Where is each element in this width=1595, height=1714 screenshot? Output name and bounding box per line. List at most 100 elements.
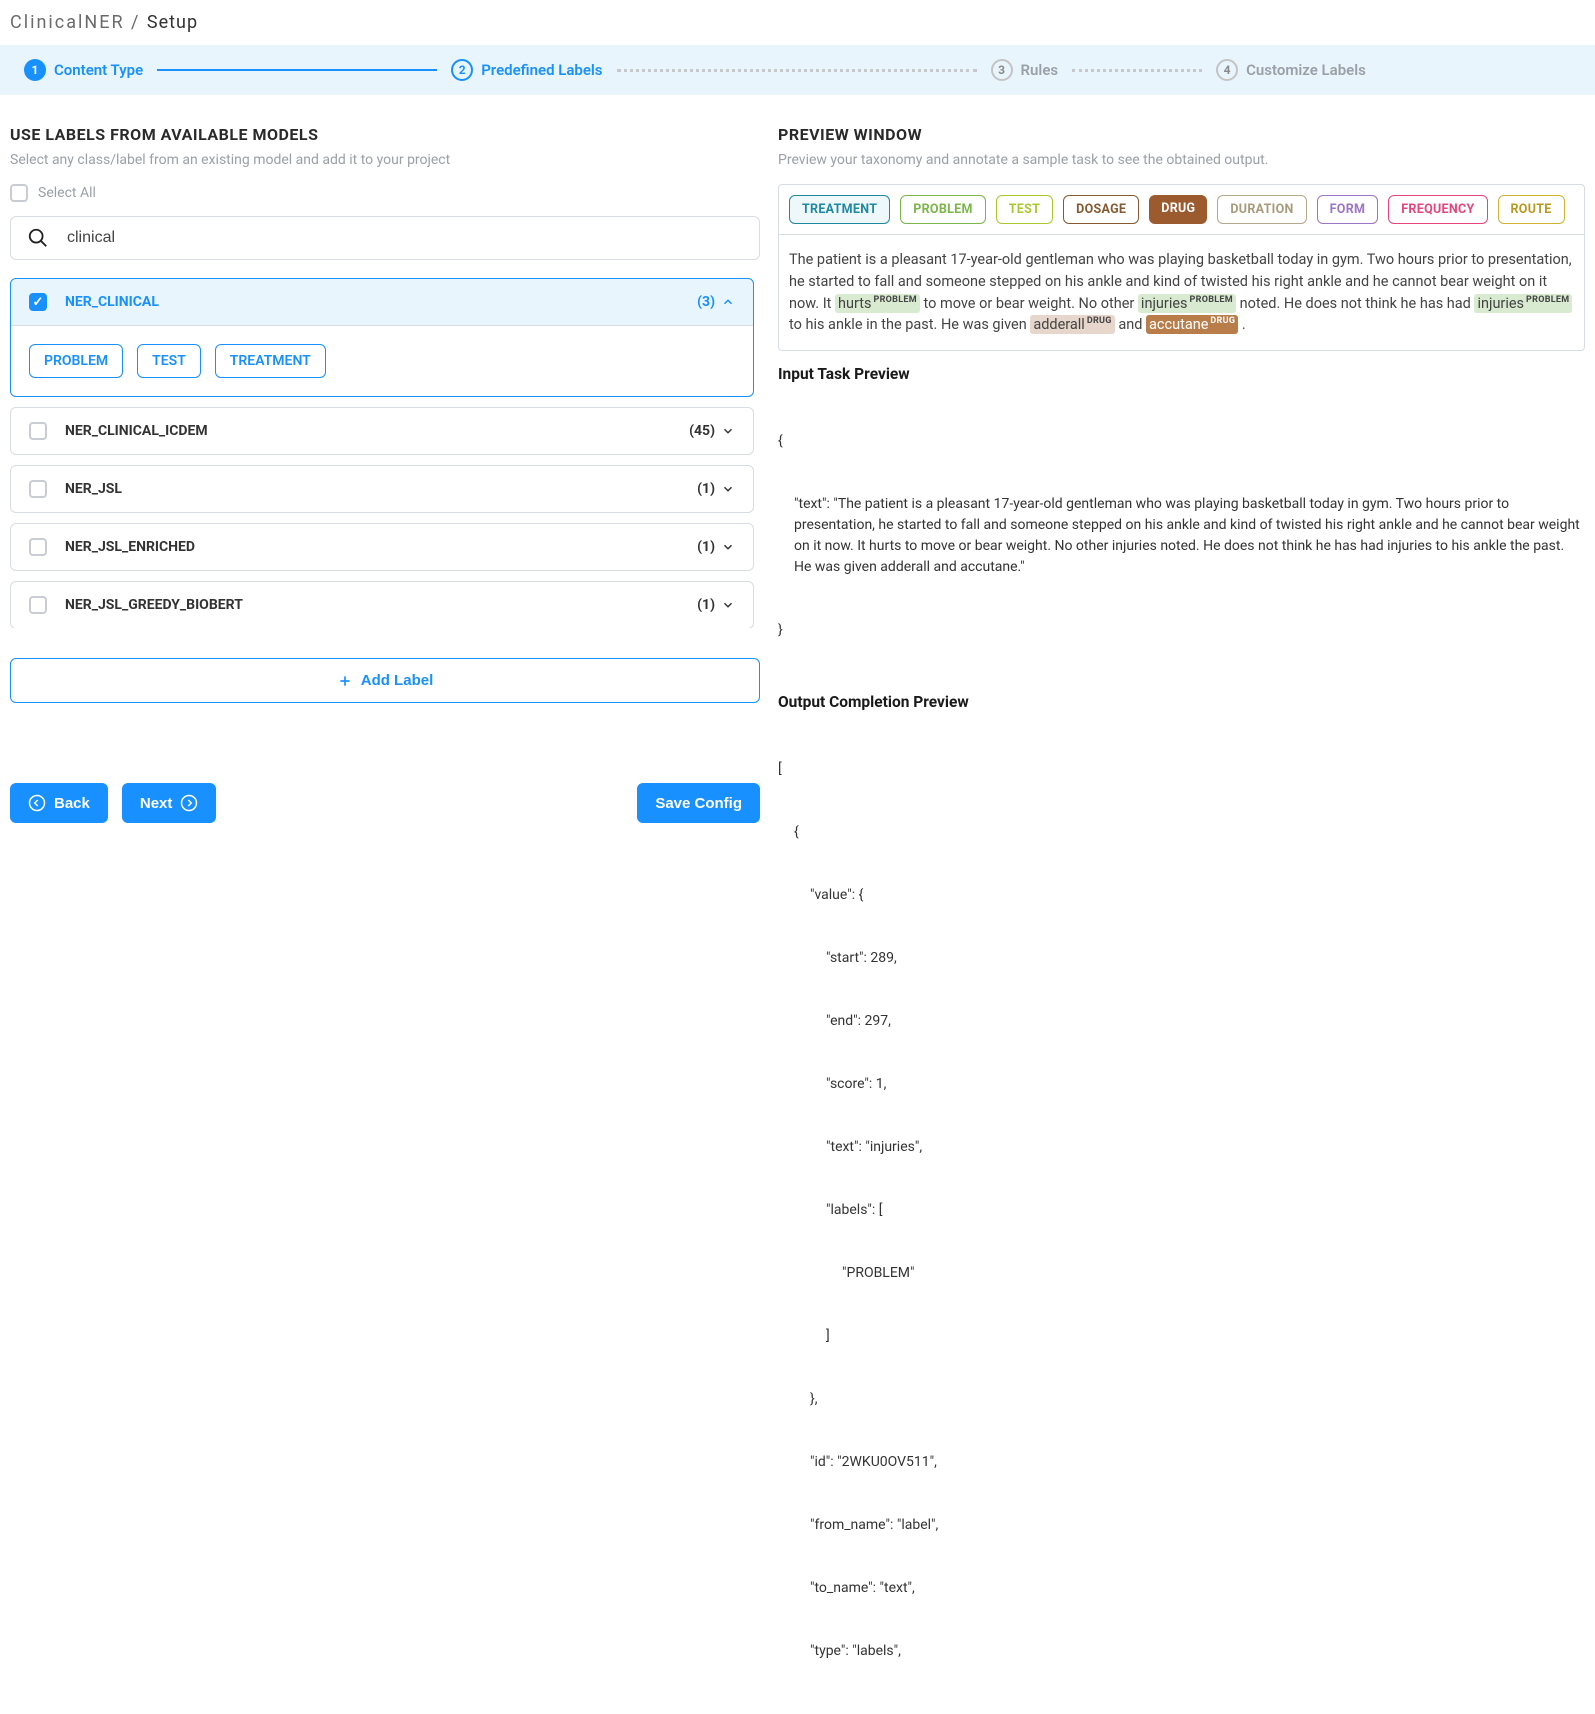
text-segment: .	[1242, 316, 1246, 333]
output-json: [ { "value": { "start": 289, "end": 297,…	[778, 717, 1585, 1704]
model-item-ner-jsl-enriched[interactable]: NER_JSL_ENRICHED (1)	[10, 523, 754, 571]
search-box[interactable]	[10, 216, 760, 260]
labels-panel: USE LABELS FROM AVAILABLE MODELS Select …	[10, 125, 760, 1704]
breadcrumb-project[interactable]: ClinicalNER	[10, 12, 125, 33]
chevron-up-icon	[721, 295, 735, 309]
input-task-title: Input Task Preview	[778, 365, 1585, 383]
footer-buttons: Back Next Save Config	[10, 783, 760, 823]
model-checkbox[interactable]	[29, 538, 47, 556]
model-count: (1)	[697, 539, 735, 555]
tag-duration[interactable]: DURATION	[1217, 195, 1306, 224]
annotation-problem[interactable]: injuriesPROBLEM	[1474, 294, 1572, 313]
chevron-down-icon	[721, 424, 735, 438]
breadcrumb-page: Setup	[147, 12, 198, 33]
step-rules[interactable]: 3 Rules	[991, 59, 1059, 81]
step-customize-labels[interactable]: 4 Customize Labels	[1216, 59, 1366, 81]
search-input[interactable]	[67, 229, 743, 247]
model-checkbox[interactable]	[29, 293, 47, 311]
model-name: NER_CLINICAL_ICDEM	[65, 423, 208, 439]
chevron-down-icon	[721, 598, 735, 612]
model-label-chips: PROBLEM TEST TREATMENT	[11, 326, 753, 396]
select-all-checkbox[interactable]	[10, 184, 28, 202]
step-predefined-labels[interactable]: 2 Predefined Labels	[451, 59, 602, 81]
search-icon	[27, 227, 49, 249]
step-number: 2	[451, 59, 473, 81]
plus-icon	[337, 673, 353, 689]
tag-form[interactable]: FORM	[1317, 195, 1379, 224]
step-number: 1	[24, 59, 46, 81]
tag-test[interactable]: TEST	[996, 195, 1053, 224]
tag-problem[interactable]: PROBLEM	[900, 195, 986, 224]
tag-dosage[interactable]: DOSAGE	[1063, 195, 1139, 224]
step-label: Rules	[1021, 61, 1059, 79]
preview-box: TREATMENT PROBLEM TEST DOSAGE DRUG DURAT…	[778, 184, 1585, 351]
stepper-connector	[617, 69, 977, 72]
label-chip-treatment[interactable]: TREATMENT	[215, 344, 326, 378]
text-segment: noted. He does not think he has had	[1240, 295, 1475, 312]
tag-route[interactable]: ROUTE	[1498, 195, 1565, 224]
taxonomy-tags: TREATMENT PROBLEM TEST DOSAGE DRUG DURAT…	[779, 185, 1584, 235]
models-list[interactable]: NER_CLINICAL (3) PROBLEM TEST TREATMENT …	[10, 278, 760, 628]
model-item-ner-clinical[interactable]: NER_CLINICAL (3) PROBLEM TEST TREATMENT	[10, 278, 754, 397]
model-checkbox[interactable]	[29, 596, 47, 614]
arrow-right-icon	[180, 794, 198, 812]
labels-title: USE LABELS FROM AVAILABLE MODELS	[10, 125, 760, 144]
model-name: NER_CLINICAL	[65, 294, 159, 310]
setup-stepper: 1 Content Type 2 Predefined Labels 3 Rul…	[0, 45, 1595, 95]
model-count: (3)	[697, 294, 735, 310]
model-item-ner-jsl[interactable]: NER_JSL (1)	[10, 465, 754, 513]
step-label: Content Type	[54, 61, 143, 79]
text-segment: to move or bear weight. No other	[924, 295, 1138, 312]
model-item-ner-clinical-icdem[interactable]: NER_CLINICAL_ICDEM (45)	[10, 407, 754, 455]
annotation-problem[interactable]: hurtsPROBLEM	[835, 294, 920, 313]
step-content-type[interactable]: 1 Content Type	[24, 59, 143, 81]
stepper-connector	[1072, 69, 1202, 72]
tag-drug[interactable]: DRUG	[1149, 195, 1207, 224]
add-label-text: Add Label	[361, 672, 434, 689]
breadcrumb-separator: /	[131, 12, 147, 33]
preview-panel: PREVIEW WINDOW Preview your taxonomy and…	[778, 125, 1585, 1704]
step-number: 4	[1216, 59, 1238, 81]
chevron-down-icon	[721, 482, 735, 496]
text-segment: and	[1118, 316, 1146, 333]
step-label: Customize Labels	[1246, 61, 1366, 79]
breadcrumb: ClinicalNER / Setup	[0, 0, 1595, 45]
text-segment: to his ankle in the past. He was given	[789, 316, 1030, 333]
annotation-problem[interactable]: injuriesPROBLEM	[1138, 294, 1236, 313]
model-name: NER_JSL	[65, 481, 122, 497]
step-label: Predefined Labels	[481, 61, 602, 79]
tag-frequency[interactable]: FREQUENCY	[1388, 195, 1487, 224]
input-json: { "text": "The patient is a pleasant 17-…	[778, 389, 1585, 683]
annotation-drug[interactable]: accutaneDRUG	[1146, 315, 1238, 334]
label-chip-test[interactable]: TEST	[137, 344, 201, 378]
output-completion-title: Output Completion Preview	[778, 693, 1585, 711]
back-label: Back	[54, 795, 90, 812]
annotation-drug[interactable]: adderallDRUG	[1030, 315, 1114, 334]
preview-subtitle: Preview your taxonomy and annotate a sam…	[778, 152, 1585, 168]
preview-title: PREVIEW WINDOW	[778, 125, 1585, 144]
add-label-button[interactable]: Add Label	[10, 658, 760, 703]
model-count: (45)	[689, 423, 735, 439]
select-all-row: Select All	[10, 184, 760, 202]
labels-subtitle: Select any class/label from an existing …	[10, 152, 760, 168]
model-name: NER_JSL_GREEDY_BIOBERT	[65, 597, 243, 613]
save-config-button[interactable]: Save Config	[637, 783, 760, 823]
back-button[interactable]: Back	[10, 783, 108, 823]
stepper-connector	[157, 69, 437, 71]
chevron-down-icon	[721, 540, 735, 554]
model-checkbox[interactable]	[29, 480, 47, 498]
model-count: (1)	[697, 597, 735, 613]
model-name: NER_JSL_ENRICHED	[65, 539, 195, 555]
next-button[interactable]: Next	[122, 783, 217, 823]
sample-text[interactable]: The patient is a pleasant 17-year-old ge…	[779, 235, 1584, 350]
select-all-label: Select All	[38, 185, 96, 201]
label-chip-problem[interactable]: PROBLEM	[29, 344, 123, 378]
save-label: Save Config	[655, 795, 742, 812]
model-item-ner-jsl-greedy-biobert[interactable]: NER_JSL_GREEDY_BIOBERT (1)	[10, 581, 754, 628]
step-number: 3	[991, 59, 1013, 81]
next-label: Next	[140, 795, 173, 812]
tag-treatment[interactable]: TREATMENT	[789, 195, 890, 224]
model-checkbox[interactable]	[29, 422, 47, 440]
arrow-left-icon	[28, 794, 46, 812]
model-count: (1)	[697, 481, 735, 497]
